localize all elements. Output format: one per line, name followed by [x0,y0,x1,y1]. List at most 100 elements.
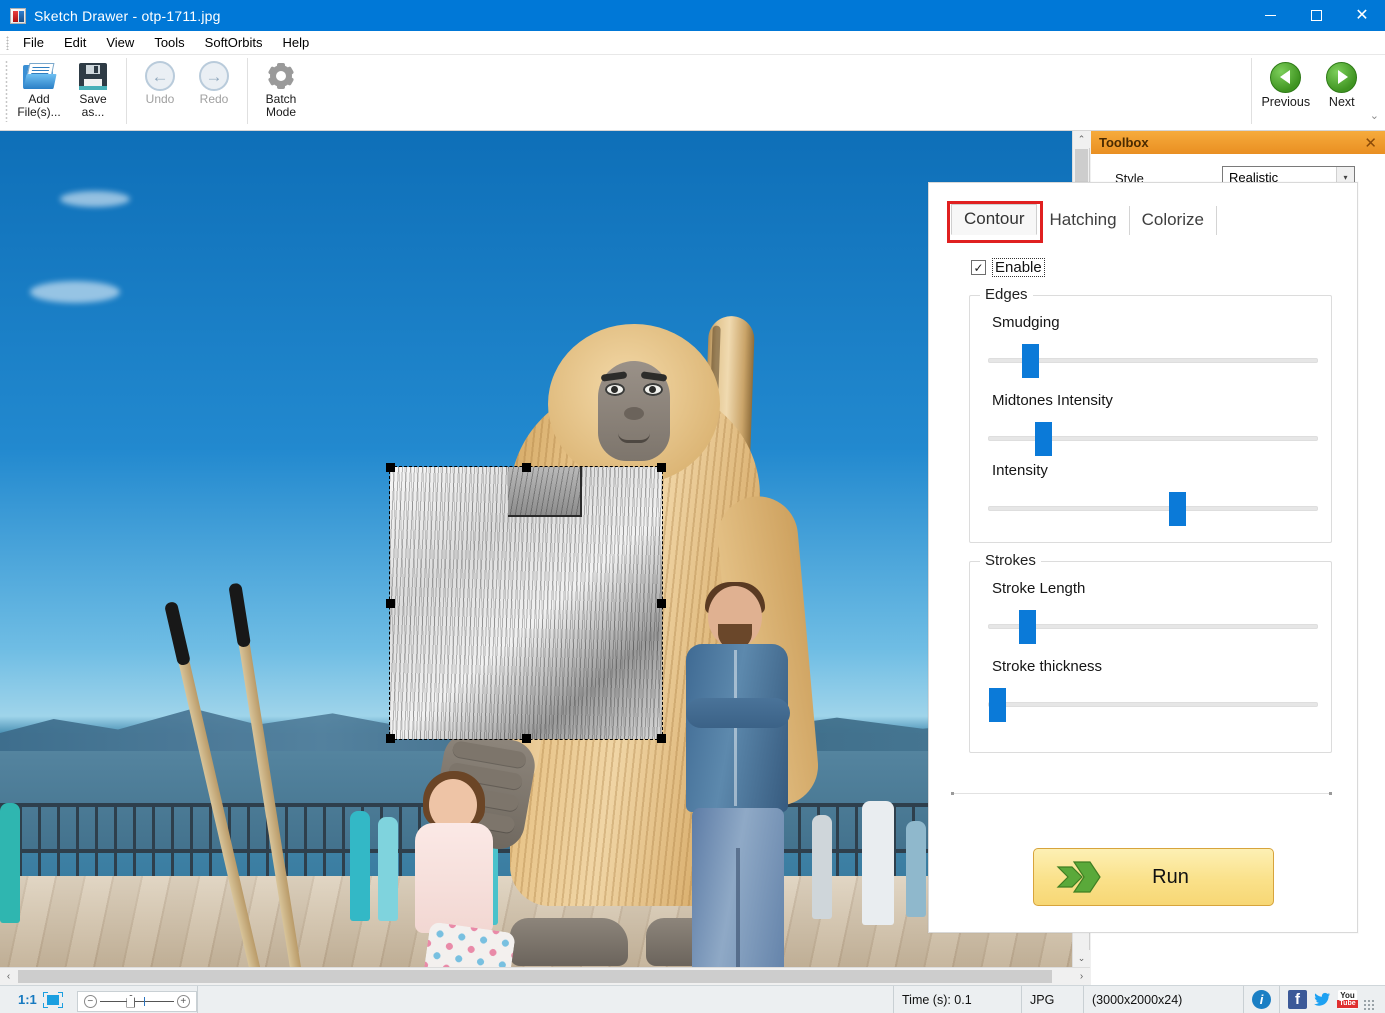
tab-hatching[interactable]: Hatching [1037,206,1129,235]
stroke-thickness-label: Stroke thickness [992,658,1102,675]
maximize-button[interactable] [1293,0,1339,31]
stroke-thickness-slider-track[interactable] [988,702,1318,707]
undo-button[interactable]: ← Undo [133,55,187,127]
toolbar-separator-2 [247,58,248,124]
edges-group: Edges Smudging Midtones Intensity Intens… [969,295,1332,543]
scroll-left-icon[interactable]: ‹ [0,968,17,985]
smudging-label: Smudging [992,314,1060,331]
save-as-label-line2: as... [82,106,105,119]
stroke-length-slider-track[interactable] [988,624,1318,629]
social-links: f You Tube [1280,986,1385,1013]
resize-handle-s[interactable] [522,734,531,743]
zoom-slider-thumb[interactable] [126,995,135,1008]
info-icon[interactable]: i [1252,990,1271,1009]
previous-label: Previous [1261,95,1310,109]
tab-contour[interactable]: Contour [951,204,1037,235]
window-controls: ✕ [1247,0,1385,31]
background-person [378,817,398,921]
horizontal-scrollbar[interactable]: ‹ › [0,967,1090,985]
tab-colorize[interactable]: Colorize [1130,206,1217,235]
window-title: Sketch Drawer - otp-1711.jpg [34,8,221,24]
photo-preview[interactable] [0,131,1073,967]
application-window: Sketch Drawer - otp-1711.jpg ✕ File Edit… [0,0,1385,1013]
cloud [60,191,130,207]
resize-handle-nw[interactable] [386,463,395,472]
cloud [30,281,120,303]
fit-to-window-icon[interactable] [43,992,63,1008]
menu-item-help[interactable]: Help [272,33,319,52]
resize-handle-se[interactable] [657,734,666,743]
zoom-slider-tick [144,997,145,1006]
info-cell: i [1244,986,1280,1013]
intensity-slider-track[interactable] [988,506,1318,511]
stroke-length-label: Stroke Length [992,580,1085,597]
close-button[interactable]: ✕ [1339,0,1385,31]
toolbar: Add File(s)... Save as... ← Undo → Redo … [0,55,1385,131]
green-arrow-icon [1056,858,1102,896]
resize-grip-icon[interactable] [1363,999,1375,1011]
resize-handle-e[interactable] [657,599,666,608]
add-files-button[interactable]: Add File(s)... [12,55,66,127]
menu-bar: File Edit View Tools SoftOrbits Help [0,31,1385,55]
menu-grip-icon [6,36,9,50]
toolbox-panel: Contour Hatching Colorize ✓ Enable Edges… [928,182,1358,933]
menu-item-tools[interactable]: Tools [144,33,194,52]
menu-item-edit[interactable]: Edit [54,33,96,52]
horizontal-scroll-thumb[interactable] [18,970,1052,983]
toolbar-separator [126,58,127,124]
image-canvas-area[interactable]: ⌃ ⌄ ‹ › [0,131,1090,985]
redo-button[interactable]: → Redo [187,55,241,127]
undo-arrow-icon: ← [145,59,175,93]
menu-item-view[interactable]: View [96,33,144,52]
enable-checkbox-row[interactable]: ✓ Enable [971,259,1044,276]
stroke-thickness-slider-thumb[interactable] [989,688,1006,722]
strokes-group: Strokes Stroke Length Stroke thickness [969,561,1332,753]
toolbox-title: Toolbox [1099,135,1149,150]
floppy-disk-icon [79,59,107,93]
facebook-icon[interactable]: f [1288,990,1307,1009]
minimize-button[interactable] [1247,0,1293,31]
scroll-right-icon[interactable]: › [1073,968,1090,985]
panel-divider [951,793,1332,794]
nav-expand-icon[interactable]: ⌄ [1370,109,1385,124]
menu-item-file[interactable]: File [13,33,54,52]
chevron-left-circle-icon [1270,59,1301,95]
time-status: Time (s): 0.1 [894,986,1022,1013]
resize-handle-sw[interactable] [386,734,395,743]
intensity-slider-thumb[interactable] [1169,492,1186,526]
close-icon: ✕ [1355,8,1368,24]
resize-handle-n[interactable] [522,463,531,472]
batch-mode-button[interactable]: Batch Mode [254,55,308,127]
enable-label: Enable [993,259,1044,276]
status-spacer [198,986,894,1013]
zoom-slider-track[interactable] [100,1001,174,1002]
zoom-slider[interactable]: − + [77,991,197,1012]
previous-button[interactable]: Previous [1258,55,1314,109]
run-button-label: Run [1102,866,1239,889]
toolbox-close-icon[interactable]: ✕ [1364,134,1377,152]
resize-handle-w[interactable] [386,599,395,608]
resize-handle-ne[interactable] [657,463,666,472]
run-button[interactable]: Run [1033,848,1274,906]
midtones-intensity-label: Midtones Intensity [992,392,1113,409]
enable-checkbox[interactable]: ✓ [971,260,986,275]
smudging-slider-track[interactable] [988,358,1318,363]
zoom-in-icon[interactable]: + [177,995,190,1008]
scroll-up-icon[interactable]: ⌃ [1073,131,1090,148]
save-as-button[interactable]: Save as... [66,55,120,127]
midtones-intensity-slider-thumb[interactable] [1035,422,1052,456]
youtube-icon-line2: Tube [1337,1000,1357,1008]
zoom-ratio-label: 1:1 [8,992,37,1007]
midtones-intensity-slider-track[interactable] [988,436,1318,441]
zoom-out-icon[interactable]: − [84,995,97,1008]
twitter-icon[interactable] [1313,990,1332,1009]
next-button[interactable]: Next [1314,55,1370,109]
scroll-down-icon[interactable]: ⌄ [1073,950,1090,967]
youtube-icon[interactable]: You Tube [1338,990,1357,1009]
stroke-length-slider-thumb[interactable] [1019,610,1036,644]
smudging-slider-thumb[interactable] [1022,344,1039,378]
menu-item-softorbits[interactable]: SoftOrbits [195,33,273,52]
selection-rectangle[interactable] [390,467,662,739]
batch-mode-label-line2: Mode [266,106,296,119]
intensity-label: Intensity [992,462,1048,479]
